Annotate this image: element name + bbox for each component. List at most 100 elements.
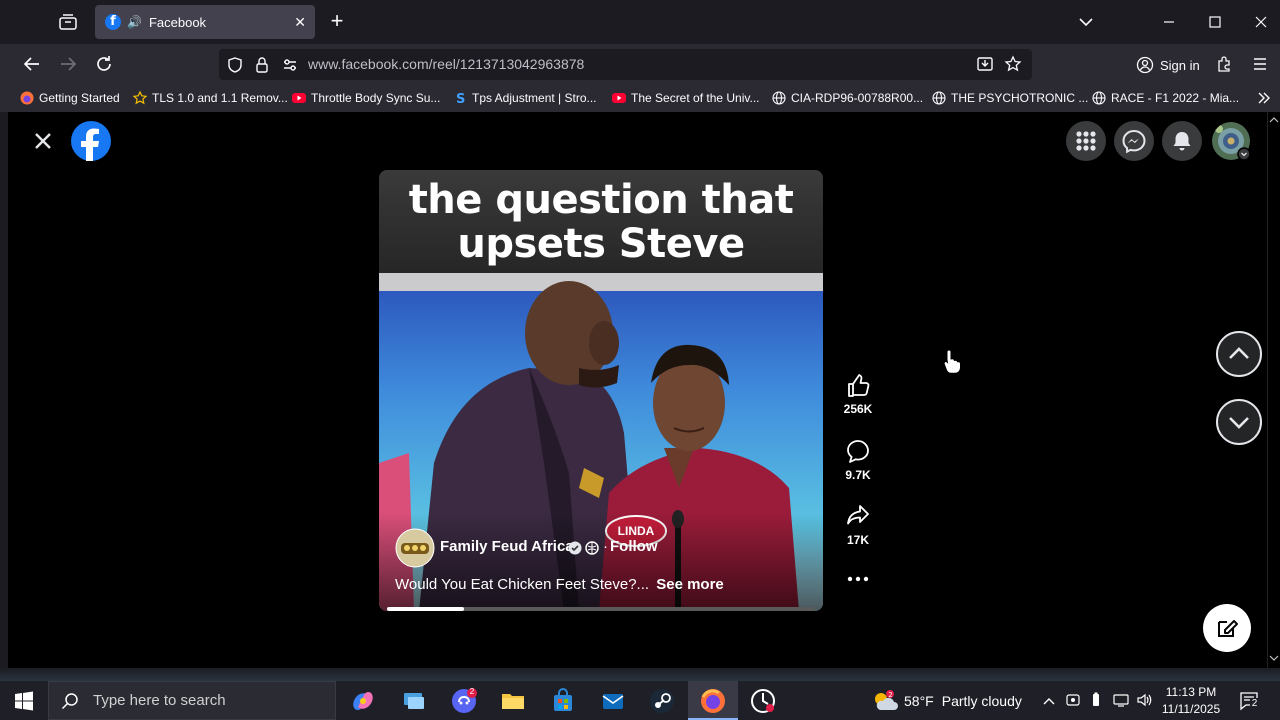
svg-text:2: 2 bbox=[888, 691, 892, 699]
close-reel-icon[interactable] bbox=[31, 129, 55, 153]
save-to-pocket-icon[interactable] bbox=[976, 55, 994, 73]
like-count: 256K bbox=[843, 402, 873, 416]
previous-reel-button[interactable] bbox=[1216, 331, 1262, 377]
svg-text:S: S bbox=[456, 92, 465, 105]
network-icon[interactable] bbox=[1112, 692, 1130, 708]
bookmark-getting-started[interactable]: Getting Started bbox=[20, 90, 120, 106]
list-all-tabs-icon[interactable] bbox=[58, 12, 78, 32]
volume-icon[interactable] bbox=[1136, 692, 1154, 708]
page-scrollbar[interactable] bbox=[1267, 112, 1280, 668]
bookmark-label: Throttle Body Sync Su... bbox=[311, 91, 441, 105]
weather-temperature: 58°F bbox=[904, 693, 934, 709]
close-tab-icon[interactable]: ✕ bbox=[294, 14, 306, 31]
notifications-button[interactable] bbox=[1162, 121, 1202, 161]
copilot-icon[interactable] bbox=[349, 687, 377, 715]
mail-icon[interactable] bbox=[599, 687, 627, 715]
clock-date: 11/11/2025 bbox=[1161, 702, 1221, 716]
reload-button[interactable] bbox=[92, 52, 116, 76]
contestant-name-tag: LINDA bbox=[617, 524, 655, 538]
page-name[interactable]: Family Feud Africa bbox=[440, 538, 574, 555]
new-tab-button[interactable]: + bbox=[327, 10, 347, 32]
profile-avatar[interactable] bbox=[1211, 121, 1251, 161]
bookmarks-overflow-chevron-icon[interactable] bbox=[1256, 90, 1272, 106]
chevron-down-icon bbox=[1229, 417, 1249, 429]
meet-now-icon[interactable] bbox=[1065, 692, 1081, 708]
compose-message-button[interactable] bbox=[1203, 604, 1251, 652]
sign-in-button[interactable]: Sign in bbox=[1136, 54, 1200, 76]
file-explorer-icon[interactable] bbox=[499, 687, 527, 715]
weather-widget[interactable]: 2 58°F Partly cloudy bbox=[872, 690, 1022, 712]
recorder-app-icon[interactable] bbox=[749, 687, 777, 715]
task-view-icon[interactable] bbox=[400, 687, 428, 715]
show-hidden-icons-chevron-icon[interactable] bbox=[1041, 693, 1057, 709]
partly-cloudy-icon: 2 bbox=[875, 690, 898, 710]
minimize-button[interactable] bbox=[1157, 10, 1181, 34]
youtube-icon bbox=[612, 93, 626, 103]
windows-start-icon[interactable] bbox=[14, 691, 34, 711]
grid-icon bbox=[1076, 131, 1096, 151]
firefox-icon bbox=[20, 91, 34, 105]
speaker-icon[interactable]: 🔊 bbox=[127, 15, 142, 29]
tab-overflow-chevron-icon[interactable] bbox=[1074, 10, 1098, 34]
maximize-button[interactable] bbox=[1203, 10, 1227, 34]
close-window-button[interactable] bbox=[1249, 10, 1273, 34]
sign-in-label: Sign in bbox=[1160, 57, 1200, 73]
tab-facebook[interactable]: f 🔊 Facebook ✕ bbox=[95, 5, 315, 39]
bookmark-label: THE PSYCHOTRONIC ... bbox=[951, 91, 1089, 105]
url-text[interactable]: www.facebook.com/reel/1213713042963878 bbox=[308, 56, 584, 72]
reel-video[interactable]: the question that upsets Steve LINDA Fam… bbox=[379, 170, 823, 611]
comment-button[interactable] bbox=[845, 438, 871, 464]
extensions-icon[interactable] bbox=[1215, 55, 1233, 73]
bookmark-star-icon[interactable] bbox=[1004, 55, 1022, 73]
mouse-pointer-hand-icon bbox=[942, 348, 962, 374]
bookmark-cia-rdp[interactable]: CIA-RDP96-00788R00... bbox=[772, 90, 923, 106]
bookmark-secret-universe[interactable]: The Secret of the Univ... bbox=[612, 90, 760, 106]
back-button[interactable] bbox=[20, 52, 44, 76]
firefox-taskbar-icon[interactable] bbox=[699, 687, 727, 715]
more-options-icon[interactable] bbox=[846, 572, 870, 586]
permissions-icon[interactable] bbox=[282, 57, 298, 73]
next-reel-button[interactable] bbox=[1216, 399, 1262, 445]
bookmark-psychotronic[interactable]: THE PSYCHOTRONIC ... bbox=[932, 90, 1088, 106]
left-edge-strip bbox=[0, 112, 8, 668]
video-progress-fill bbox=[387, 607, 465, 611]
lock-icon[interactable] bbox=[254, 56, 270, 74]
facebook-logo[interactable] bbox=[71, 121, 111, 161]
bookmark-throttle-body[interactable]: Throttle Body Sync Su... bbox=[292, 90, 440, 106]
system-clock[interactable]: 11:13 PM 11/11/2025 bbox=[1156, 684, 1226, 718]
share-button[interactable] bbox=[845, 502, 871, 528]
description-text: Would You Eat Chicken Feet Steve?... bbox=[395, 576, 650, 593]
messenger-button[interactable] bbox=[1114, 121, 1154, 161]
globe-icon bbox=[772, 91, 786, 105]
dollar-s-icon: S bbox=[456, 92, 465, 105]
separator-dot: · bbox=[603, 538, 608, 555]
battery-icon[interactable] bbox=[1090, 692, 1102, 708]
search-icon bbox=[61, 692, 78, 709]
chat-app-icon[interactable]: 2 bbox=[450, 687, 478, 715]
thumbs-up-icon bbox=[848, 374, 870, 397]
bookmark-tps-adjustment[interactable]: S Tps Adjustment | Stro... bbox=[453, 90, 597, 106]
app-menu-icon[interactable] bbox=[1251, 55, 1269, 73]
account-icon bbox=[1136, 56, 1154, 74]
page-avatar[interactable] bbox=[395, 528, 435, 568]
tracking-protection-shield-icon[interactable] bbox=[226, 56, 244, 74]
video-frame-image bbox=[379, 273, 823, 611]
microsoft-store-icon[interactable] bbox=[549, 687, 577, 715]
notification-center-icon[interactable]: 2 bbox=[1238, 690, 1260, 712]
see-more-link[interactable]: See more bbox=[656, 576, 724, 593]
star-icon bbox=[133, 91, 147, 105]
forward-button[interactable] bbox=[56, 52, 80, 76]
taskbar-search-box[interactable]: Type here to search bbox=[48, 681, 336, 720]
bookmark-race-f1[interactable]: RACE - F1 2022 - Mia... bbox=[1092, 90, 1239, 106]
caption-line-2: upsets Steve bbox=[457, 221, 745, 267]
video-progress-track[interactable] bbox=[387, 607, 815, 611]
bookmark-tls[interactable]: TLS 1.0 and 1.1 Remov... bbox=[133, 90, 288, 106]
follow-button[interactable]: Follow bbox=[610, 538, 658, 555]
tab-title: Facebook bbox=[148, 14, 207, 30]
like-button[interactable] bbox=[845, 373, 871, 399]
menu-grid-button[interactable] bbox=[1066, 121, 1106, 161]
reel-description: Would You Eat Chicken Feet Steve?... See… bbox=[395, 576, 724, 593]
bookmark-label: TLS 1.0 and 1.1 Remov... bbox=[152, 91, 288, 105]
globe-icon bbox=[932, 91, 946, 105]
steam-icon[interactable] bbox=[648, 687, 676, 715]
